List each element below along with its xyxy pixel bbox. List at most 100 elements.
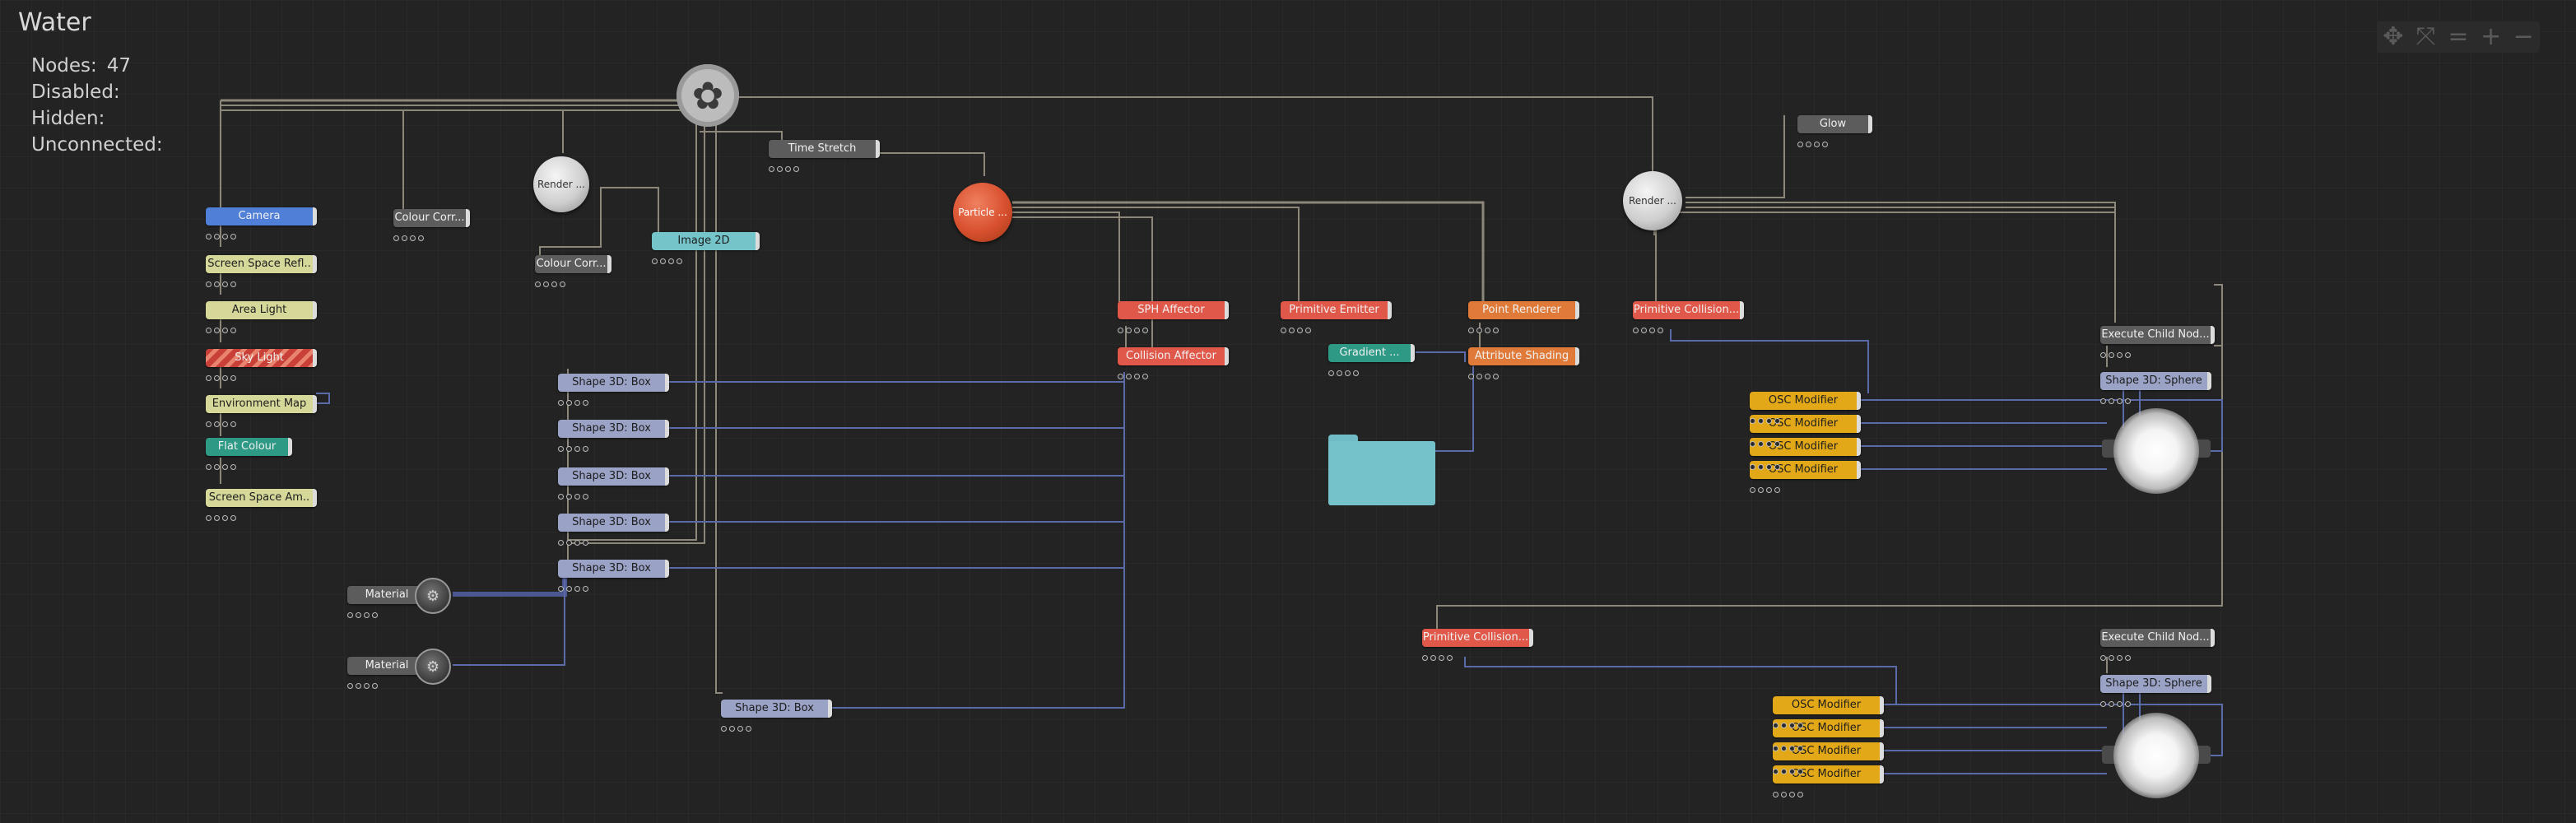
port-dot[interactable] xyxy=(372,683,378,689)
port-dot[interactable] xyxy=(1789,792,1795,797)
port-dot[interactable] xyxy=(2109,352,2114,358)
node-sph-affector[interactable]: SPH Affector xyxy=(1118,301,1229,319)
root-gear-icon[interactable]: ✿ xyxy=(677,64,739,127)
port-dot[interactable] xyxy=(1750,441,1755,447)
node-shape-box-1[interactable]: Shape 3D: Box xyxy=(558,374,669,392)
node-gradient[interactable]: Gradient ... xyxy=(1328,344,1415,362)
port-dot[interactable] xyxy=(1766,464,1772,470)
port-dot[interactable] xyxy=(2117,655,2123,661)
node-primitive-collision-1[interactable]: Primitive Collision... xyxy=(1633,301,1744,319)
node-ports[interactable] xyxy=(2100,346,2133,358)
node-ports[interactable] xyxy=(1422,649,1455,661)
port-dot[interactable] xyxy=(1781,723,1787,728)
port-dot[interactable] xyxy=(222,375,228,381)
node-ports[interactable] xyxy=(1797,135,1830,147)
node-ports[interactable] xyxy=(558,533,591,546)
node-ports[interactable] xyxy=(1773,739,1806,751)
port-dot[interactable] xyxy=(1822,142,1828,147)
port-dot[interactable] xyxy=(583,540,588,546)
port-dot[interactable] xyxy=(583,494,588,500)
node-ports[interactable] xyxy=(1750,458,1783,470)
node-sky-light[interactable]: Sky Light xyxy=(206,349,317,367)
port-dot[interactable] xyxy=(1468,328,1474,333)
node-ports[interactable] xyxy=(1468,367,1501,379)
port-dot[interactable] xyxy=(1758,418,1764,424)
node-glow-sphere-1[interactable] xyxy=(2113,408,2199,494)
node-ports[interactable] xyxy=(1773,785,1806,797)
port-dot[interactable] xyxy=(222,464,228,470)
port-dot[interactable] xyxy=(2117,398,2123,404)
node-shape-box-6[interactable]: Shape 3D: Box xyxy=(721,700,832,718)
port-dot[interactable] xyxy=(1439,655,1444,661)
node-attribute-shading[interactable]: Attribute Shading xyxy=(1468,347,1579,365)
node-time-stretch[interactable]: Time Stretch xyxy=(769,140,880,158)
port-dot[interactable] xyxy=(566,446,572,452)
port-dot[interactable] xyxy=(2109,701,2114,707)
port-dot[interactable] xyxy=(347,612,353,618)
port-dot[interactable] xyxy=(1750,418,1755,424)
port-dot[interactable] xyxy=(1789,746,1795,751)
port-dot[interactable] xyxy=(583,586,588,592)
port-dot[interactable] xyxy=(230,515,236,521)
port-dot[interactable] xyxy=(1797,792,1803,797)
port-dot[interactable] xyxy=(1774,487,1780,493)
node-ports[interactable] xyxy=(206,227,239,239)
node-particle[interactable]: Particle ... xyxy=(953,183,1012,242)
port-dot[interactable] xyxy=(1773,746,1779,751)
port-dot[interactable] xyxy=(574,494,580,500)
node-primitive-emitter[interactable]: Primitive Emitter xyxy=(1281,301,1392,319)
node-ports[interactable] xyxy=(1118,321,1151,333)
port-dot[interactable] xyxy=(1766,441,1772,447)
port-dot[interactable] xyxy=(558,446,564,452)
port-dot[interactable] xyxy=(1447,655,1453,661)
port-dot[interactable] xyxy=(214,281,220,287)
port-dot[interactable] xyxy=(1797,142,1803,147)
port-dot[interactable] xyxy=(1476,374,1482,379)
node-ports[interactable] xyxy=(1773,716,1806,728)
port-dot[interactable] xyxy=(347,683,353,689)
port-dot[interactable] xyxy=(558,494,564,500)
port-dot[interactable] xyxy=(2109,398,2114,404)
port-dot[interactable] xyxy=(558,540,564,546)
port-dot[interactable] xyxy=(1774,464,1780,470)
port-dot[interactable] xyxy=(1781,746,1787,751)
node-ports[interactable] xyxy=(2100,392,2133,404)
port-dot[interactable] xyxy=(1289,328,1295,333)
port-dot[interactable] xyxy=(574,446,580,452)
port-dot[interactable] xyxy=(721,726,727,732)
port-dot[interactable] xyxy=(402,235,407,241)
port-dot[interactable] xyxy=(1305,328,1311,333)
node-execute-child-nodes-2[interactable]: Execute Child Nod... xyxy=(2100,629,2215,647)
node-shape-sphere-2[interactable]: Shape 3D: Sphere xyxy=(2100,675,2211,693)
port-dot[interactable] xyxy=(2109,655,2114,661)
node-execute-child-nodes-1[interactable]: Execute Child Nod... xyxy=(2100,326,2215,344)
port-dot[interactable] xyxy=(1773,792,1779,797)
port-dot[interactable] xyxy=(769,166,774,172)
port-dot[interactable] xyxy=(214,421,220,427)
port-dot[interactable] xyxy=(574,400,580,406)
port-dot[interactable] xyxy=(230,328,236,333)
port-dot[interactable] xyxy=(356,683,361,689)
port-dot[interactable] xyxy=(1774,418,1780,424)
port-dot[interactable] xyxy=(1485,328,1490,333)
port-dot[interactable] xyxy=(1476,328,1482,333)
port-dot[interactable] xyxy=(1142,374,1148,379)
port-dot[interactable] xyxy=(1126,328,1132,333)
port-dot[interactable] xyxy=(1297,328,1303,333)
node-ports[interactable] xyxy=(206,275,239,287)
node-render-2[interactable]: Render ... xyxy=(1623,171,1682,230)
port-dot[interactable] xyxy=(418,235,424,241)
node-ports[interactable] xyxy=(1281,321,1314,333)
port-dot[interactable] xyxy=(1353,370,1359,376)
port-dot[interactable] xyxy=(214,375,220,381)
port-dot[interactable] xyxy=(1797,769,1803,774)
port-dot[interactable] xyxy=(574,586,580,592)
port-dot[interactable] xyxy=(230,375,236,381)
move-icon[interactable]: ✥ xyxy=(2377,21,2410,53)
port-dot[interactable] xyxy=(214,464,220,470)
node-ports[interactable] xyxy=(2100,695,2133,707)
port-dot[interactable] xyxy=(652,258,658,264)
node-screen-space-reflections[interactable]: Screen Space Refl.. xyxy=(206,255,317,273)
port-dot[interactable] xyxy=(1658,328,1663,333)
port-dot[interactable] xyxy=(206,421,212,427)
